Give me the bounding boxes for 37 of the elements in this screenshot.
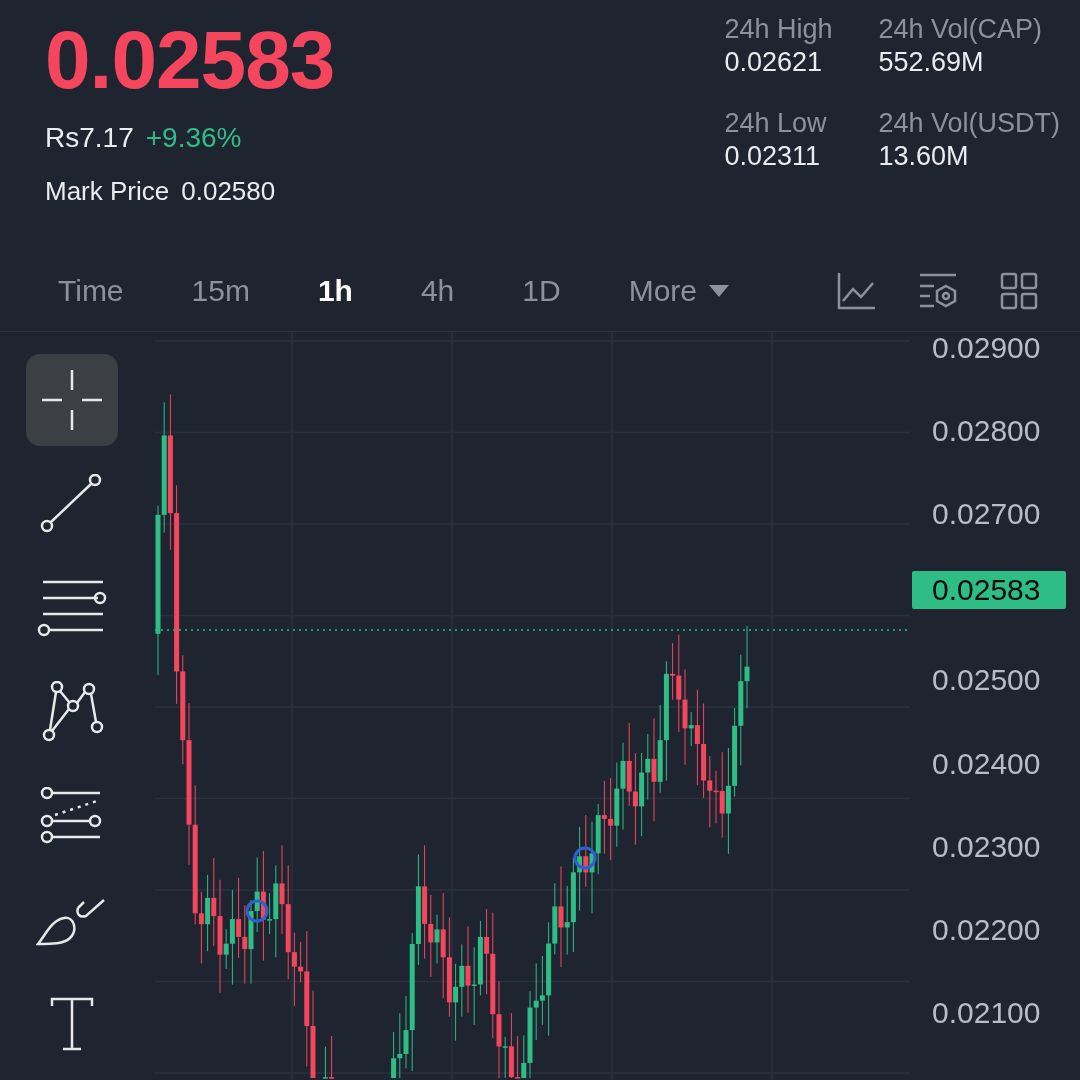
stat-label: 24h High — [724, 13, 834, 46]
interval-tab[interactable]: Time — [58, 273, 124, 308]
stat-value: 552.69M — [878, 46, 985, 78]
marker-icon — [245, 899, 269, 923]
stat-label: 24h Vol(USDT) — [878, 107, 1060, 140]
last-price: 0.02583 — [45, 13, 335, 107]
stat-value: 13.60M — [878, 140, 970, 172]
marker-icon — [573, 846, 597, 870]
mark-price-value: 0.02580 — [181, 176, 276, 207]
text-icon — [49, 996, 95, 1052]
parallel-lines-icon — [37, 578, 107, 638]
stat-label: 24h Vol(CAP) — [878, 13, 1043, 46]
interval-tab[interactable]: 4h — [420, 273, 455, 308]
interval-tab[interactable]: More — [628, 273, 730, 308]
price-axis-label: 0.02800 — [932, 413, 1041, 442]
interval-tab[interactable]: 15m — [191, 273, 250, 308]
fiat-price: Rs7.17 — [45, 122, 134, 154]
grid-layout-icon[interactable] — [1000, 271, 1038, 310]
price-axis-label: 0.02500 — [932, 662, 1041, 691]
price-axis-label: 0.02100 — [932, 994, 1041, 1023]
price-axis-label: 0.02400 — [932, 745, 1041, 774]
price-axis-label: 0.02900 — [932, 330, 1041, 358]
price-axis-label: 0.02700 — [932, 496, 1041, 525]
chart-line-icon[interactable] — [836, 270, 876, 311]
price-change: +9.36% — [145, 122, 242, 154]
interval-tab[interactable]: 1h — [317, 273, 353, 308]
crosshair-icon — [39, 367, 105, 433]
stat-value: 0.02621 — [724, 46, 824, 78]
price-axis-label: 0.02300 — [932, 828, 1041, 857]
price-axis-label: 0.02200 — [932, 911, 1041, 940]
stat-label: 24h Low — [724, 107, 828, 140]
mark-price-label: Mark Price — [45, 176, 170, 207]
stat-value: 0.02311 — [724, 140, 822, 172]
current-price-tag: 0.02583 — [912, 571, 1066, 610]
interval-tab[interactable]: 1D — [522, 273, 561, 308]
indicator-settings-icon[interactable] — [918, 271, 958, 310]
caret-icon — [709, 284, 730, 297]
